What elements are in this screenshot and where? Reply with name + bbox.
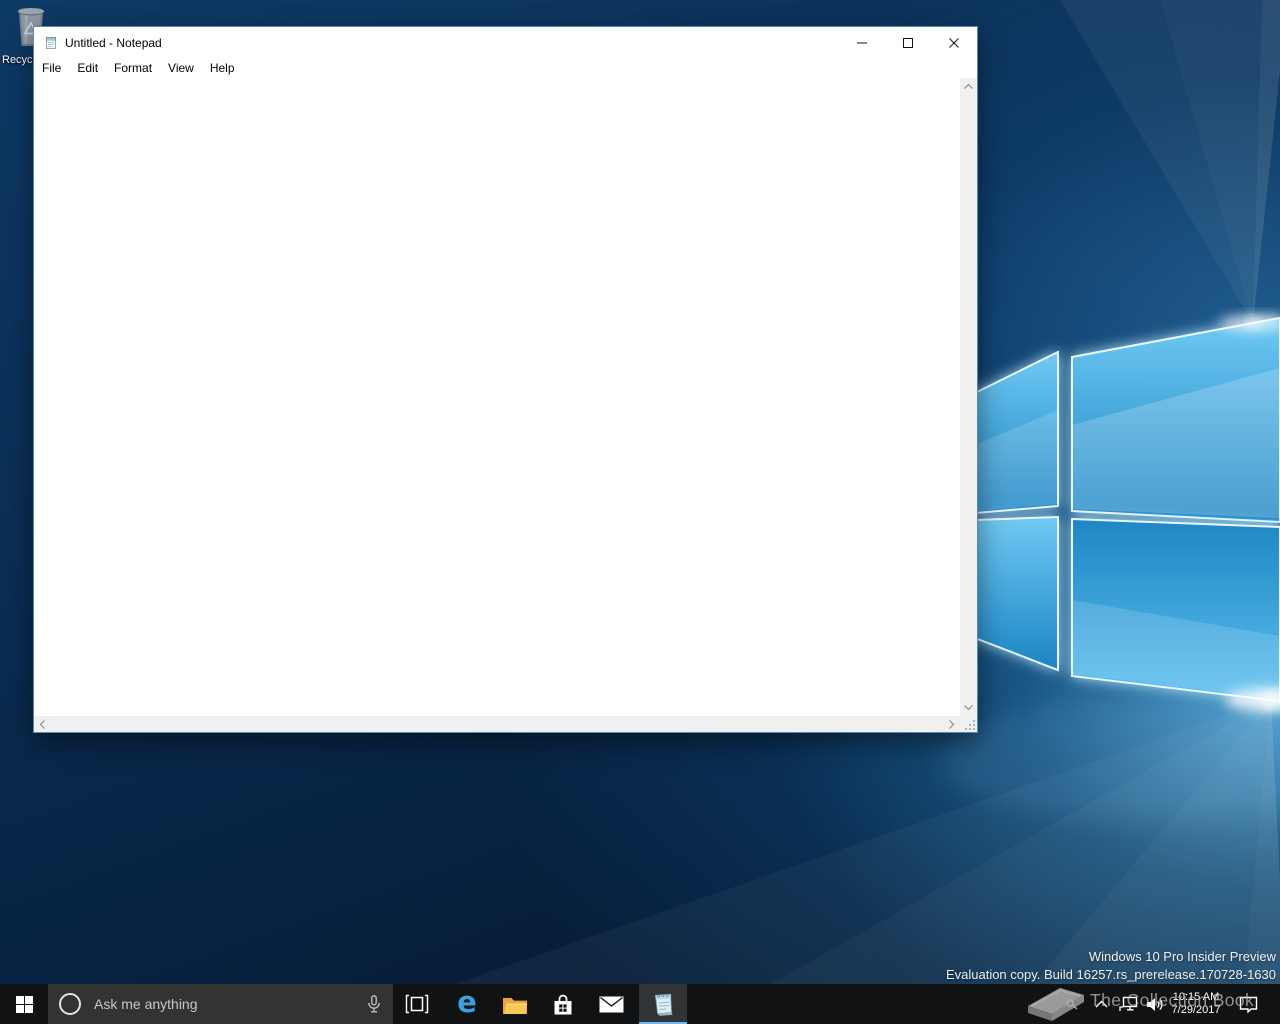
search-input[interactable] [92,995,355,1013]
scroll-left-button[interactable] [34,716,51,732]
clock-date: 7/29/2017 [1172,1004,1221,1017]
maximize-icon [903,38,913,48]
scroll-up-button[interactable] [960,78,977,95]
store-icon [552,993,574,1016]
show-hidden-icons-button[interactable] [1088,984,1114,1024]
microphone-button[interactable] [367,995,381,1014]
action-center-button[interactable] [1228,984,1268,1024]
chevron-left-icon [40,720,45,729]
chevron-right-icon [949,720,954,729]
network-tray-button[interactable] [1114,984,1142,1024]
minimize-button[interactable] [839,27,885,58]
hidden-icons-chevron-icon [1095,1000,1108,1008]
menu-file[interactable]: File [34,59,69,77]
taskbar-mail-button[interactable] [587,984,635,1024]
network-icon [1119,996,1138,1012]
resize-grip[interactable] [960,716,977,732]
clock-time: 10:15 AM [1173,991,1219,1004]
maximize-button[interactable] [885,27,931,58]
notepad-icon [650,991,676,1017]
cortana-search-box[interactable] [48,984,393,1024]
scroll-down-button[interactable] [960,699,977,716]
title-bar[interactable]: Untitled - Notepad [34,27,977,58]
window-title: Untitled - Notepad [65,36,162,50]
resize-grip-icon [963,718,976,731]
task-view-button[interactable] [393,984,441,1024]
close-button[interactable] [931,27,977,58]
notepad-text-area[interactable] [34,78,960,716]
taskbar-edge-button[interactable]: e [443,984,491,1024]
mail-icon [599,996,624,1013]
horizontal-scrollbar[interactable] [34,716,960,732]
volume-icon [1146,997,1164,1012]
chevron-up-icon [964,84,973,89]
taskbar: e [0,984,1280,1024]
taskbar-file-explorer-button[interactable] [491,984,539,1024]
clock[interactable]: 10:15 AM 7/29/2017 [1164,984,1228,1024]
chevron-down-icon [964,705,973,710]
task-view-icon [405,994,429,1014]
action-center-icon [1239,996,1258,1013]
menu-edit[interactable]: Edit [69,59,106,77]
start-button[interactable] [0,984,48,1024]
taskbar-notepad-button[interactable] [639,984,687,1024]
insider-build-watermark: Windows 10 Pro Insider Preview Evaluatio… [946,948,1276,984]
notepad-icon [43,35,59,51]
start-icon [16,996,33,1013]
taskbar-store-button[interactable] [539,984,587,1024]
watermark-line2: Evaluation copy. Build 16257.rs_prerelea… [946,966,1276,984]
menu-view[interactable]: View [160,59,202,77]
watermark-line1: Windows 10 Pro Insider Preview [946,948,1276,966]
cortana-icon [59,993,81,1015]
microphone-icon [367,995,381,1014]
vertical-scrollbar[interactable] [960,78,977,716]
edge-icon: e [457,988,477,1017]
file-explorer-icon [502,994,528,1015]
close-icon [949,38,959,48]
minimize-icon [857,38,867,48]
scroll-right-button[interactable] [943,716,960,732]
menu-bar: File Edit Format View Help [34,58,977,78]
menu-help[interactable]: Help [202,59,243,77]
windows-logo-panes [975,318,1280,702]
notepad-window: Untitled - Notepad File Edit Format View… [33,26,978,733]
menu-format[interactable]: Format [106,59,160,77]
